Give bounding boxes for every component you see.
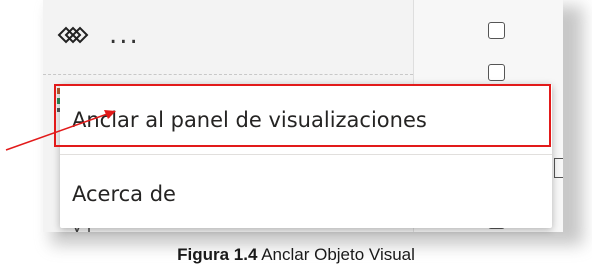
diamond-outline-icon[interactable] (57, 18, 91, 52)
caption-label: Figura 1.4 (177, 245, 258, 264)
pane-header-area: ... (43, 0, 413, 75)
partial-icon (554, 158, 563, 178)
checkbox[interactable] (488, 64, 505, 81)
figure-caption: Figura 1.4 Anclar Objeto Visual (0, 245, 592, 265)
more-options-icon[interactable]: ... (109, 22, 140, 48)
caption-text: Anclar Objeto Visual (257, 245, 415, 264)
menu-item-about[interactable]: Acerca de (72, 184, 176, 205)
checkbox[interactable] (488, 22, 505, 39)
highlight-box (54, 84, 551, 147)
menu-separator (60, 154, 552, 155)
